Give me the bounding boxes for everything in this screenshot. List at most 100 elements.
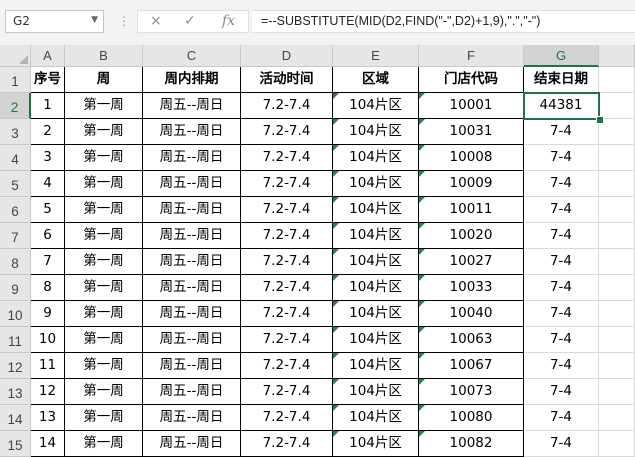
- row-header-5[interactable]: 5: [0, 171, 31, 197]
- enter-icon[interactable]: ✓: [184, 13, 196, 29]
- cell-b15[interactable]: 第一周: [65, 431, 143, 457]
- cell-f5[interactable]: 10009: [419, 171, 524, 197]
- column-header-g[interactable]: G: [524, 45, 599, 67]
- empty-cell[interactable]: [599, 223, 635, 249]
- cell-a1[interactable]: 序号: [31, 67, 65, 93]
- column-header-e[interactable]: E: [333, 45, 419, 67]
- cell-b10[interactable]: 第一周: [65, 301, 143, 327]
- cell-c2[interactable]: 周五--周日: [143, 93, 241, 119]
- cell-e11[interactable]: 104片区: [333, 327, 419, 353]
- cell-g1[interactable]: 结束日期: [524, 67, 599, 93]
- cell-b6[interactable]: 第一周: [65, 197, 143, 223]
- row-header-13[interactable]: 13: [0, 379, 31, 405]
- empty-cell[interactable]: [599, 197, 635, 223]
- empty-cell[interactable]: [599, 171, 635, 197]
- cell-a15[interactable]: 14: [31, 431, 65, 457]
- cell-g3[interactable]: 7-4: [524, 119, 599, 145]
- cell-e4[interactable]: 104片区: [333, 145, 419, 171]
- cell-d5[interactable]: 7.2-7.4: [241, 171, 333, 197]
- empty-cell[interactable]: [599, 405, 635, 431]
- cell-c7[interactable]: 周五--周日: [143, 223, 241, 249]
- cell-d13[interactable]: 7.2-7.4: [241, 379, 333, 405]
- cell-b14[interactable]: 第一周: [65, 405, 143, 431]
- row-header-7[interactable]: 7: [0, 223, 31, 249]
- cell-c12[interactable]: 周五--周日: [143, 353, 241, 379]
- cancel-icon[interactable]: ×: [150, 13, 162, 29]
- cell-g9[interactable]: 7-4: [524, 275, 599, 301]
- cell-c9[interactable]: 周五--周日: [143, 275, 241, 301]
- cell-f14[interactable]: 10080: [419, 405, 524, 431]
- cell-a8[interactable]: 7: [31, 249, 65, 275]
- cell-c10[interactable]: 周五--周日: [143, 301, 241, 327]
- empty-cell[interactable]: [599, 249, 635, 275]
- column-header-b[interactable]: B: [65, 45, 143, 67]
- cell-d11[interactable]: 7.2-7.4: [241, 327, 333, 353]
- empty-cell[interactable]: [599, 353, 635, 379]
- cell-d10[interactable]: 7.2-7.4: [241, 301, 333, 327]
- insert-function-icon[interactable]: fx: [222, 13, 235, 29]
- row-header-15[interactable]: 15: [0, 431, 31, 457]
- chevron-down-icon[interactable]: ▼: [91, 15, 98, 25]
- cell-c8[interactable]: 周五--周日: [143, 249, 241, 275]
- column-header-f[interactable]: F: [419, 45, 524, 67]
- cell-e12[interactable]: 104片区: [333, 353, 419, 379]
- cell-f8[interactable]: 10027: [419, 249, 524, 275]
- empty-cell[interactable]: [599, 145, 635, 171]
- select-all-button[interactable]: [0, 45, 31, 67]
- cell-f12[interactable]: 10067: [419, 353, 524, 379]
- row-header-8[interactable]: 8: [0, 249, 31, 275]
- cell-e3[interactable]: 104片区: [333, 119, 419, 145]
- cell-a3[interactable]: 2: [31, 119, 65, 145]
- empty-cell[interactable]: [599, 93, 635, 119]
- column-header-d[interactable]: D: [241, 45, 333, 67]
- cell-g7[interactable]: 7-4: [524, 223, 599, 249]
- empty-cell[interactable]: [599, 327, 635, 353]
- cell-g10[interactable]: 7-4: [524, 301, 599, 327]
- cell-e7[interactable]: 104片区: [333, 223, 419, 249]
- cell-a2[interactable]: 1: [31, 93, 65, 119]
- cell-e15[interactable]: 104片区: [333, 431, 419, 457]
- empty-cell[interactable]: [599, 301, 635, 327]
- cell-c5[interactable]: 周五--周日: [143, 171, 241, 197]
- cell-a4[interactable]: 3: [31, 145, 65, 171]
- cell-f15[interactable]: 10082: [419, 431, 524, 457]
- cell-b1[interactable]: 周: [65, 67, 143, 93]
- cell-d15[interactable]: 7.2-7.4: [241, 431, 333, 457]
- cell-c13[interactable]: 周五--周日: [143, 379, 241, 405]
- cell-a12[interactable]: 11: [31, 353, 65, 379]
- cell-a10[interactable]: 9: [31, 301, 65, 327]
- cell-d7[interactable]: 7.2-7.4: [241, 223, 333, 249]
- cell-e5[interactable]: 104片区: [333, 171, 419, 197]
- cell-g12[interactable]: 7-4: [524, 353, 599, 379]
- cell-b3[interactable]: 第一周: [65, 119, 143, 145]
- column-header-c[interactable]: C: [143, 45, 241, 67]
- column-header-a[interactable]: A: [31, 45, 65, 67]
- fill-handle[interactable]: [596, 116, 604, 124]
- cell-b2[interactable]: 第一周: [65, 93, 143, 119]
- cell-e8[interactable]: 104片区: [333, 249, 419, 275]
- row-header-12[interactable]: 12: [0, 353, 31, 379]
- cell-b8[interactable]: 第一周: [65, 249, 143, 275]
- cell-g11[interactable]: 7-4: [524, 327, 599, 353]
- empty-cell[interactable]: [599, 275, 635, 301]
- cell-d9[interactable]: 7.2-7.4: [241, 275, 333, 301]
- cell-c15[interactable]: 周五--周日: [143, 431, 241, 457]
- cell-a13[interactable]: 12: [31, 379, 65, 405]
- cell-e6[interactable]: 104片区: [333, 197, 419, 223]
- row-header-1[interactable]: 1: [0, 67, 31, 93]
- cell-g15[interactable]: 7-4: [524, 431, 599, 457]
- cell-g8[interactable]: 7-4: [524, 249, 599, 275]
- cell-d4[interactable]: 7.2-7.4: [241, 145, 333, 171]
- cell-f4[interactable]: 10008: [419, 145, 524, 171]
- drag-handle-icon[interactable]: ⋮: [118, 14, 130, 28]
- row-header-9[interactable]: 9: [0, 275, 31, 301]
- cell-a9[interactable]: 8: [31, 275, 65, 301]
- cell-d14[interactable]: 7.2-7.4: [241, 405, 333, 431]
- name-box[interactable]: G2 ▼: [5, 10, 104, 33]
- empty-cell[interactable]: [599, 119, 635, 145]
- cell-d3[interactable]: 7.2-7.4: [241, 119, 333, 145]
- cell-a14[interactable]: 13: [31, 405, 65, 431]
- row-header-10[interactable]: 10: [0, 301, 31, 327]
- cell-g5[interactable]: 7-4: [524, 171, 599, 197]
- cell-a11[interactable]: 10: [31, 327, 65, 353]
